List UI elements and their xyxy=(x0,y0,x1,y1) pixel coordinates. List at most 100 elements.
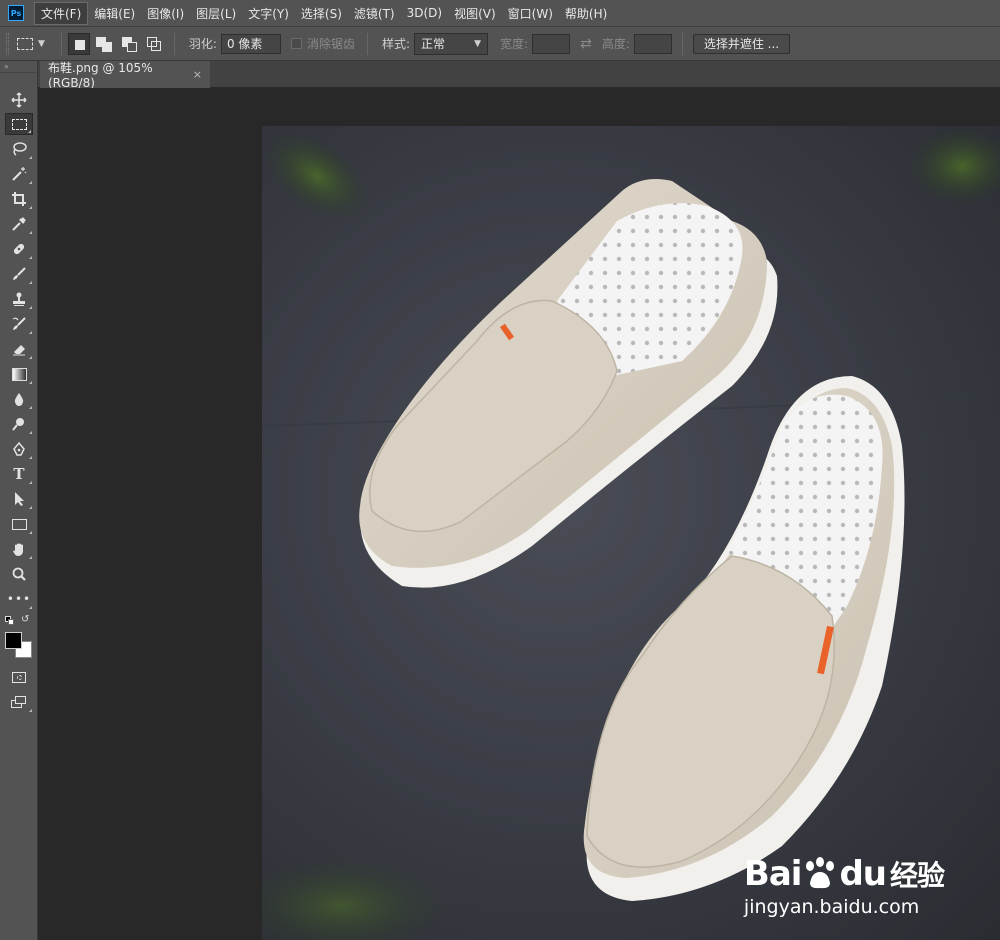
magic-wand-tool[interactable] xyxy=(5,163,33,185)
options-bar: ▼ 羽化: 0 像素 消除锯齿 样式: 正常 ▼ 宽度: ⇄ 高度: 选择并遮住… xyxy=(0,27,1000,61)
width-label: 宽度: xyxy=(500,37,529,51)
menu-file[interactable]: 文件(F) xyxy=(34,1,89,25)
document-tab-title: 布鞋.png @ 105%(RGB/8) xyxy=(48,61,153,90)
new-selection-icon xyxy=(74,39,85,50)
menu-type[interactable]: 文字(Y) xyxy=(242,3,295,24)
edit-toolbar-button[interactable]: ••• xyxy=(5,588,33,610)
bandage-icon xyxy=(13,243,25,255)
document-tab[interactable]: 布鞋.png @ 105%(RGB/8) × xyxy=(40,61,210,90)
menu-view[interactable]: 视图(V) xyxy=(448,3,502,24)
subtract-from-selection-button[interactable] xyxy=(118,33,140,55)
magic-wand-icon xyxy=(12,167,27,181)
feather-label: 羽化: xyxy=(188,37,217,51)
baidu-jingyan-watermark: Bai du 经验 jingyan.baidu.com xyxy=(743,854,945,918)
intersect-selection-icon-part xyxy=(150,40,161,51)
tools-panel: » T ••• ↺ xyxy=(0,61,38,940)
document-tab-strip: 布鞋.png @ 105%(RGB/8) × xyxy=(38,61,1000,90)
tool-preset-picker[interactable]: ▼ xyxy=(17,37,45,50)
menu-edit[interactable]: 编辑(E) xyxy=(88,3,141,24)
blur-tool[interactable] xyxy=(5,388,33,410)
healing-brush-tool[interactable] xyxy=(5,238,33,260)
arrow-icon xyxy=(15,492,24,506)
brush-tool[interactable] xyxy=(5,263,33,285)
swap-width-height-icon[interactable]: ⇄ xyxy=(580,36,592,52)
droplet-icon xyxy=(14,393,24,406)
eyedropper-icon xyxy=(12,217,26,231)
hand-tool[interactable] xyxy=(5,538,33,560)
pen-tool[interactable] xyxy=(5,438,33,460)
rectangle-icon xyxy=(11,518,27,530)
shoes-photo xyxy=(262,126,1000,940)
dodge-tool[interactable] xyxy=(5,413,33,435)
rectangular-marquee-tool[interactable] xyxy=(5,113,33,135)
quick-mask-icon xyxy=(12,671,26,683)
crop-icon xyxy=(12,192,26,206)
document-canvas[interactable]: Bai du 经验 jingyan.baidu.com xyxy=(262,126,1000,940)
watermark-brand-jingyan: 经验 xyxy=(889,859,945,892)
move-icon xyxy=(11,92,27,108)
gradient-tool[interactable] xyxy=(5,363,33,385)
close-icon[interactable]: × xyxy=(193,68,202,81)
zoom-tool[interactable] xyxy=(5,563,33,585)
menu-help[interactable]: 帮助(H) xyxy=(559,3,613,24)
watermark-brand-du: du xyxy=(839,854,887,894)
screen-mode-icon xyxy=(11,696,27,708)
style-select-value: 正常 xyxy=(421,37,446,51)
dodge-icon xyxy=(12,418,24,431)
move-tool[interactable] xyxy=(5,89,33,111)
foreground-color-swatch[interactable] xyxy=(5,632,22,649)
feather-input[interactable]: 0 像素 xyxy=(220,33,281,54)
antialias-checkbox[interactable] xyxy=(290,38,302,49)
divider xyxy=(60,32,62,55)
paw-icon xyxy=(806,857,835,889)
height-input[interactable] xyxy=(633,33,672,54)
menu-image[interactable]: 图像(I) xyxy=(141,3,190,24)
menu-bar: Ps 文件(F) 编辑(E) 图像(I) 图层(L) 文字(Y) 选择(S) 滤… xyxy=(0,0,1000,27)
new-selection-button[interactable] xyxy=(67,32,90,55)
default-colors-button[interactable] xyxy=(5,616,14,625)
stamp-icon xyxy=(13,292,25,306)
pen-icon xyxy=(13,441,25,456)
intersect-selection-button[interactable] xyxy=(143,33,165,55)
photoshop-logo-icon: Ps xyxy=(8,5,24,21)
eraser-icon xyxy=(13,345,25,356)
eyedropper-tool[interactable] xyxy=(5,213,33,235)
type-icon: T xyxy=(13,464,25,483)
crop-tool[interactable] xyxy=(5,188,33,210)
menu-filter[interactable]: 滤镜(T) xyxy=(348,3,401,24)
menu-select[interactable]: 选择(S) xyxy=(295,3,348,24)
hand-icon xyxy=(13,543,23,556)
width-input[interactable] xyxy=(532,33,571,54)
menu-layer[interactable]: 图层(L) xyxy=(190,3,242,24)
select-and-mask-button[interactable]: 选择并遮住 ... xyxy=(692,33,791,54)
quick-mask-button[interactable] xyxy=(5,666,33,688)
swap-colors-icon[interactable]: ↺ xyxy=(21,614,29,625)
chevron-down-icon: ▼ xyxy=(38,38,45,49)
screen-mode-button[interactable] xyxy=(5,691,33,713)
clone-stamp-tool[interactable] xyxy=(5,288,33,310)
divider xyxy=(681,32,683,55)
brush-icon xyxy=(13,267,26,280)
eraser-tool[interactable] xyxy=(5,338,33,360)
style-label: 样式: xyxy=(381,37,411,51)
menu-window[interactable]: 窗口(W) xyxy=(502,3,559,24)
magnifier-icon xyxy=(12,567,26,581)
type-tool[interactable]: T xyxy=(5,463,33,485)
antialias-toggle[interactable]: 消除锯齿 xyxy=(290,35,355,52)
gradient-icon xyxy=(11,367,27,381)
style-select[interactable]: 正常 ▼ xyxy=(414,32,489,55)
history-brush-tool[interactable] xyxy=(5,313,33,335)
options-bar-grip[interactable] xyxy=(6,32,9,55)
tools-panel-collapse[interactable]: » xyxy=(0,61,37,73)
double-chevron-icon: » xyxy=(4,62,9,71)
rectangle-tool[interactable] xyxy=(5,513,33,535)
path-selection-tool[interactable] xyxy=(5,488,33,510)
more-icon: ••• xyxy=(6,592,32,606)
add-to-selection-button[interactable] xyxy=(93,33,115,55)
menu-3d[interactable]: 3D(D) xyxy=(401,4,448,22)
lasso-icon xyxy=(13,142,27,156)
lasso-tool[interactable] xyxy=(5,138,33,160)
watermark-brand-bai: Bai xyxy=(743,854,803,894)
height-label: 高度: xyxy=(601,37,630,51)
antialias-label: 消除锯齿 xyxy=(306,37,355,51)
